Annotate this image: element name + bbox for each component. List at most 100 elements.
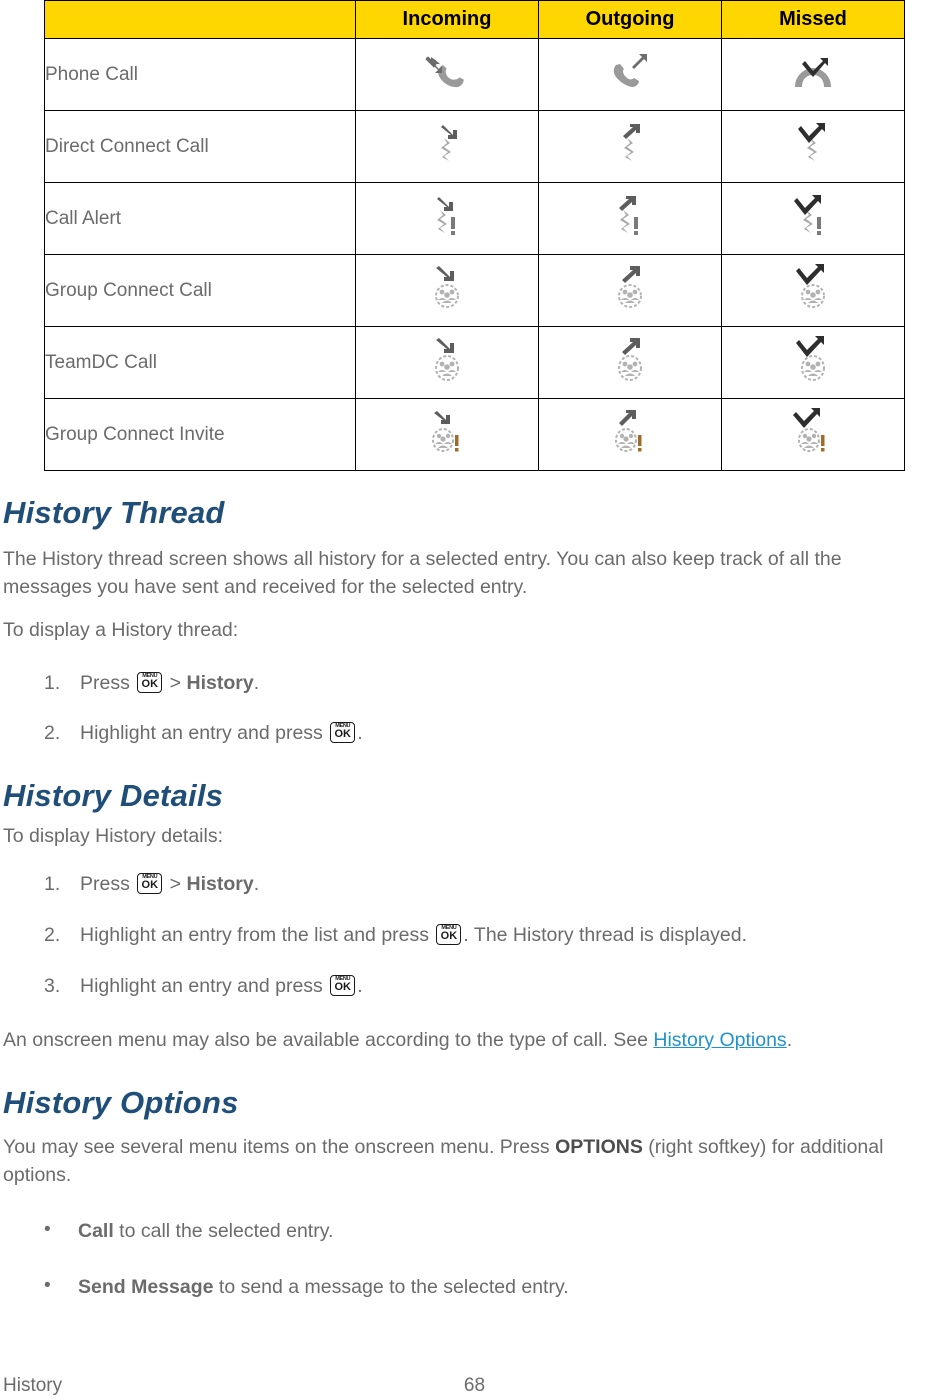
cell-alert-missed [721, 182, 905, 255]
list-body: Press MENU OK > History. [80, 672, 259, 695]
bullet-icon: • [44, 1219, 51, 1240]
list-body: Highlight an entry from the list and pre… [80, 924, 747, 947]
teamdc-incoming-icon [423, 336, 471, 384]
step-text-separator: > [164, 873, 187, 895]
step-text-after: . The History thread is displayed. [463, 924, 748, 946]
bullet-bold-term: Send Message [78, 1276, 214, 1298]
note-text-before: An onscreen menu may also be available a… [3, 1029, 654, 1051]
list-number: 1. [44, 873, 61, 895]
step-text-before: Highlight an entry and press [80, 722, 329, 744]
direct-connect-incoming-icon [427, 121, 467, 167]
lead-in-display-history-thread: To display a History thread: [3, 619, 239, 641]
cell-dc-missed [721, 110, 905, 183]
row-label-call-alert: Call Alert [44, 182, 356, 255]
column-header-incoming: Incoming [355, 0, 539, 39]
call-type-icon-table: Incoming Outgoing Missed Phone Call Dire… [44, 0, 905, 471]
cell-gc-outgoing [538, 254, 722, 327]
table-corner-cell [44, 0, 356, 39]
cell-phone-outgoing [538, 38, 722, 111]
table-row: TeamDC Call [44, 326, 905, 399]
cell-gc-incoming [355, 254, 539, 327]
row-label-group-connect-invite: Group Connect Invite [44, 398, 356, 471]
list-body: Highlight an entry and press MENU OK. [80, 975, 363, 998]
cell-alert-outgoing [538, 182, 722, 255]
step-text-separator: > [164, 672, 187, 694]
direct-connect-outgoing-icon [610, 121, 650, 167]
paragraph-history-thread-intro: The History thread screen shows all hist… [3, 548, 842, 598]
bullet-bold-term: Call [78, 1220, 114, 1242]
cell-phone-missed [721, 38, 905, 111]
table-row: Phone Call [44, 38, 905, 111]
menu-key-bottom-label: OK [141, 678, 159, 690]
group-invite-missed-icon [787, 408, 839, 456]
phone-missed-icon [785, 51, 841, 93]
table-header: Incoming Outgoing Missed [44, 0, 905, 39]
table-row: Call Alert [44, 182, 905, 255]
table-row: Group Connect Invite [44, 398, 905, 471]
document-page: Incoming Outgoing Missed Phone Call Dire… [0, 0, 949, 1400]
cell-teamdc-outgoing [538, 326, 722, 399]
teamdc-missed-icon [789, 336, 837, 384]
cell-invite-missed [721, 398, 905, 471]
menu-ok-key-icon: MENU OK [436, 924, 462, 945]
step-text-before: Highlight an entry and press [80, 975, 329, 997]
row-label-direct-connect-call: Direct Connect Call [44, 110, 356, 183]
bullet-text: to send a message to the selected entry. [213, 1276, 569, 1298]
menu-ok-key-icon: MENU OK [137, 873, 163, 894]
bullet-text: to call the selected entry. [113, 1220, 334, 1242]
column-header-outgoing: Outgoing [538, 0, 722, 39]
footer-page-number: 68 [463, 1375, 486, 1396]
phone-incoming-icon [419, 51, 475, 93]
menu-key-bottom-label: OK [334, 981, 351, 993]
intro-text-before: You may see several menu items on the on… [3, 1136, 556, 1158]
step-bold-term: History [186, 672, 254, 694]
intro-bold-term: OPTIONS [555, 1136, 643, 1158]
menu-key-bottom-label: OK [141, 879, 159, 891]
step-text-tail: . [357, 975, 363, 997]
cell-teamdc-incoming [355, 326, 539, 399]
call-alert-incoming-icon [423, 193, 471, 239]
heading-history-options: History Options [3, 1085, 239, 1120]
phone-outgoing-icon [602, 51, 658, 93]
note-text-after: . [786, 1029, 793, 1051]
bullet-icon: • [44, 1275, 51, 1296]
row-label-teamdc-call: TeamDC Call [44, 326, 356, 399]
call-alert-missed-icon [789, 193, 837, 239]
step-text-tail: . [253, 873, 260, 895]
list-number: 2. [44, 924, 61, 946]
cell-alert-incoming [355, 182, 539, 255]
menu-ok-key-icon: MENU OK [137, 672, 163, 693]
table-body: Phone Call Direct Connect Call Call Aler… [44, 38, 905, 471]
group-invite-incoming-icon [421, 408, 473, 456]
cell-invite-incoming [355, 398, 539, 471]
step-text-before: Press [80, 873, 136, 895]
cell-teamdc-missed [721, 326, 905, 399]
bullet-body: Send Message to send a message to the se… [78, 1276, 569, 1299]
menu-key-bottom-label: OK [334, 728, 351, 740]
step-text-tail: . [357, 722, 363, 744]
paragraph-history-options-intro: You may see several menu items on the on… [3, 1133, 938, 1189]
cell-invite-outgoing [538, 398, 722, 471]
cell-gc-missed [721, 254, 905, 327]
menu-ok-key-icon: MENU OK [330, 975, 356, 996]
group-connect-outgoing-icon [606, 264, 654, 312]
row-label-group-connect-call: Group Connect Call [44, 254, 356, 327]
call-alert-outgoing-icon [606, 193, 654, 239]
group-connect-incoming-icon [423, 264, 471, 312]
list-number: 2. [44, 722, 61, 744]
menu-key-bottom-label: OK [440, 930, 458, 942]
list-body: Press MENU OK > History. [80, 873, 259, 896]
table-row: Direct Connect Call [44, 110, 905, 183]
table-header-row: Incoming Outgoing Missed [44, 0, 905, 39]
list-number: 1. [44, 672, 61, 694]
link-history-options[interactable]: History Options [653, 1029, 786, 1051]
heading-history-details: History Details [3, 778, 224, 813]
list-body: Highlight an entry and press MENU OK. [80, 722, 363, 745]
heading-history-thread: History Thread [3, 495, 225, 530]
step-text-before: Highlight an entry from the list and pre… [80, 924, 435, 946]
step-text-before: Press [80, 672, 136, 694]
step-text-tail: . [253, 672, 260, 694]
cell-phone-incoming [355, 38, 539, 111]
teamdc-outgoing-icon [606, 336, 654, 384]
column-header-missed: Missed [721, 0, 905, 39]
